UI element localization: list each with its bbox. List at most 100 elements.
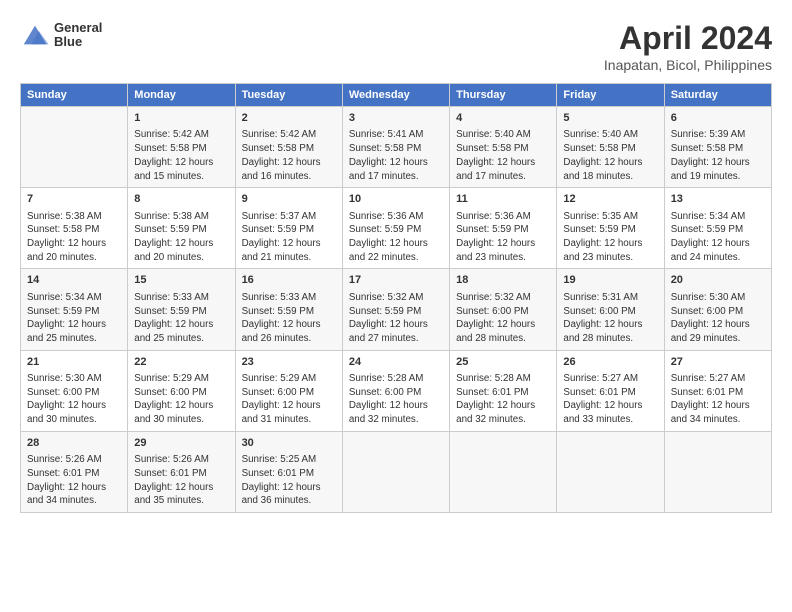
cell-info: Sunrise: 5:29 AM Sunset: 6:00 PM Dayligh… xyxy=(134,372,228,427)
calendar-cell: 15 Sunrise: 5:33 AM Sunset: 5:59 PM Dayli… xyxy=(128,269,235,350)
day-number: 24 xyxy=(349,355,443,370)
day-number: 2 xyxy=(242,111,336,126)
logo: General Blue xyxy=(20,20,102,50)
calendar-cell: 11Sunrise: 5:36 AM Sunset: 5:59 PM Dayli… xyxy=(450,188,557,269)
cell-info: Sunrise: 5:42 AM Sunset: 5:58 PM Dayligh… xyxy=(134,128,228,183)
calendar-cell: 29Sunrise: 5:26 AM Sunset: 6:01 PM Dayli… xyxy=(128,431,235,512)
logo-line1: General xyxy=(54,21,102,35)
calendar-cell: 20 Sunrise: 5:30 AM Sunset: 6:00 PM Dayli… xyxy=(664,269,771,350)
day-number: 17 xyxy=(349,273,443,288)
calendar-cell xyxy=(664,431,771,512)
calendar-cell: 1Sunrise: 5:42 AM Sunset: 5:58 PM Daylig… xyxy=(128,107,235,188)
calendar-cell: 18 Sunrise: 5:32 AM Sunset: 6:00 PM Dayli… xyxy=(450,269,557,350)
day-number: 18 xyxy=(456,273,550,288)
cell-info: Sunrise: 5:29 AM Sunset: 6:00 PM Dayligh… xyxy=(242,372,336,427)
page-title: April 2024 xyxy=(604,20,772,57)
calendar-cell: 2 Sunrise: 5:42 AM Sunset: 5:58 PM Daylig… xyxy=(235,107,342,188)
calendar-cell: 8Sunrise: 5:38 AM Sunset: 5:59 PM Daylig… xyxy=(128,188,235,269)
cell-info: Sunrise: 5:27 AM Sunset: 6:01 PM Dayligh… xyxy=(563,372,657,427)
cell-info: Sunrise: 5:34 AM Sunset: 5:59 PM Dayligh… xyxy=(671,210,765,265)
calendar-cell: 23Sunrise: 5:29 AM Sunset: 6:00 PM Dayli… xyxy=(235,350,342,431)
cell-info: Sunrise: 5:34 AM Sunset: 5:59 PM Dayligh… xyxy=(27,291,121,346)
day-number: 10 xyxy=(349,192,443,207)
day-number: 21 xyxy=(27,355,121,370)
page-subtitle: Inapatan, Bicol, Philippines xyxy=(604,57,772,73)
day-number: 4 xyxy=(456,111,550,126)
calendar-cell: 14 Sunrise: 5:34 AM Sunset: 5:59 PM Dayli… xyxy=(21,269,128,350)
day-number: 22 xyxy=(134,355,228,370)
calendar-cell xyxy=(557,431,664,512)
calendar-body: 1Sunrise: 5:42 AM Sunset: 5:58 PM Daylig… xyxy=(21,107,772,513)
calendar-table: SundayMondayTuesdayWednesdayThursdayFrid… xyxy=(20,83,772,513)
cell-info: Sunrise: 5:30 AM Sunset: 6:00 PM Dayligh… xyxy=(671,291,765,346)
cell-info: Sunrise: 5:35 AM Sunset: 5:59 PM Dayligh… xyxy=(563,210,657,265)
calendar-cell xyxy=(21,107,128,188)
day-number: 19 xyxy=(563,273,657,288)
header-cell-monday: Monday xyxy=(128,84,235,107)
day-number: 9 xyxy=(242,192,336,207)
day-number: 7 xyxy=(27,192,121,207)
day-number: 28 xyxy=(27,436,121,451)
calendar-cell: 13 Sunrise: 5:34 AM Sunset: 5:59 PM Dayli… xyxy=(664,188,771,269)
day-number: 13 xyxy=(671,192,765,207)
calendar-cell: 27Sunrise: 5:27 AM Sunset: 6:01 PM Dayli… xyxy=(664,350,771,431)
logo-text: General Blue xyxy=(54,21,102,50)
week-row-3: 21 Sunrise: 5:30 AM Sunset: 6:00 PM Dayli… xyxy=(21,350,772,431)
header: General Blue April 2024 Inapatan, Bicol,… xyxy=(20,20,772,73)
calendar-cell: 10Sunrise: 5:36 AM Sunset: 5:59 PM Dayli… xyxy=(342,188,449,269)
header-cell-thursday: Thursday xyxy=(450,84,557,107)
calendar-cell: 16Sunrise: 5:33 AM Sunset: 5:59 PM Dayli… xyxy=(235,269,342,350)
cell-info: Sunrise: 5:38 AM Sunset: 5:58 PM Dayligh… xyxy=(27,210,121,265)
day-number: 20 xyxy=(671,273,765,288)
cell-info: Sunrise: 5:25 AM Sunset: 6:01 PM Dayligh… xyxy=(242,453,336,508)
day-number: 15 xyxy=(134,273,228,288)
cell-info: Sunrise: 5:32 AM Sunset: 6:00 PM Dayligh… xyxy=(456,291,550,346)
header-cell-friday: Friday xyxy=(557,84,664,107)
day-number: 12 xyxy=(563,192,657,207)
logo-icon xyxy=(20,20,50,50)
calendar-cell: 22 Sunrise: 5:29 AM Sunset: 6:00 PM Dayli… xyxy=(128,350,235,431)
header-cell-tuesday: Tuesday xyxy=(235,84,342,107)
cell-info: Sunrise: 5:40 AM Sunset: 5:58 PM Dayligh… xyxy=(563,128,657,183)
cell-info: Sunrise: 5:32 AM Sunset: 5:59 PM Dayligh… xyxy=(349,291,443,346)
calendar-header-row: SundayMondayTuesdayWednesdayThursdayFrid… xyxy=(21,84,772,107)
day-number: 11 xyxy=(456,192,550,207)
day-number: 29 xyxy=(134,436,228,451)
day-number: 14 xyxy=(27,273,121,288)
cell-info: Sunrise: 5:28 AM Sunset: 6:00 PM Dayligh… xyxy=(349,372,443,427)
day-number: 27 xyxy=(671,355,765,370)
cell-info: Sunrise: 5:42 AM Sunset: 5:58 PM Dayligh… xyxy=(242,128,336,183)
calendar-cell: 19 Sunrise: 5:31 AM Sunset: 6:00 PM Dayli… xyxy=(557,269,664,350)
calendar-cell: 17 Sunrise: 5:32 AM Sunset: 5:59 PM Dayli… xyxy=(342,269,449,350)
cell-info: Sunrise: 5:38 AM Sunset: 5:59 PM Dayligh… xyxy=(134,210,228,265)
calendar-cell: 9Sunrise: 5:37 AM Sunset: 5:59 PM Daylig… xyxy=(235,188,342,269)
cell-info: Sunrise: 5:40 AM Sunset: 5:58 PM Dayligh… xyxy=(456,128,550,183)
header-cell-saturday: Saturday xyxy=(664,84,771,107)
day-number: 6 xyxy=(671,111,765,126)
cell-info: Sunrise: 5:30 AM Sunset: 6:00 PM Dayligh… xyxy=(27,372,121,427)
calendar-cell: 24 Sunrise: 5:28 AM Sunset: 6:00 PM Dayli… xyxy=(342,350,449,431)
calendar-cell: 12 Sunrise: 5:35 AM Sunset: 5:59 PM Dayli… xyxy=(557,188,664,269)
day-number: 16 xyxy=(242,273,336,288)
calendar-cell: 25Sunrise: 5:28 AM Sunset: 6:01 PM Dayli… xyxy=(450,350,557,431)
cell-info: Sunrise: 5:28 AM Sunset: 6:01 PM Dayligh… xyxy=(456,372,550,427)
calendar-cell: 5Sunrise: 5:40 AM Sunset: 5:58 PM Daylig… xyxy=(557,107,664,188)
week-row-1: 7 Sunrise: 5:38 AM Sunset: 5:58 PM Daylig… xyxy=(21,188,772,269)
calendar-cell: 30Sunrise: 5:25 AM Sunset: 6:01 PM Dayli… xyxy=(235,431,342,512)
day-number: 3 xyxy=(349,111,443,126)
calendar-cell: 28 Sunrise: 5:26 AM Sunset: 6:01 PM Dayli… xyxy=(21,431,128,512)
calendar-cell xyxy=(450,431,557,512)
calendar-cell: 4 Sunrise: 5:40 AM Sunset: 5:58 PM Daylig… xyxy=(450,107,557,188)
logo-line2: Blue xyxy=(54,35,102,49)
calendar-cell: 21 Sunrise: 5:30 AM Sunset: 6:00 PM Dayli… xyxy=(21,350,128,431)
cell-info: Sunrise: 5:26 AM Sunset: 6:01 PM Dayligh… xyxy=(27,453,121,508)
cell-info: Sunrise: 5:31 AM Sunset: 6:00 PM Dayligh… xyxy=(563,291,657,346)
calendar-cell: 26Sunrise: 5:27 AM Sunset: 6:01 PM Dayli… xyxy=(557,350,664,431)
title-area: April 2024 Inapatan, Bicol, Philippines xyxy=(604,20,772,73)
cell-info: Sunrise: 5:39 AM Sunset: 5:58 PM Dayligh… xyxy=(671,128,765,183)
calendar-cell: 6 Sunrise: 5:39 AM Sunset: 5:58 PM Daylig… xyxy=(664,107,771,188)
week-row-0: 1Sunrise: 5:42 AM Sunset: 5:58 PM Daylig… xyxy=(21,107,772,188)
cell-info: Sunrise: 5:33 AM Sunset: 5:59 PM Dayligh… xyxy=(134,291,228,346)
calendar-cell: 3Sunrise: 5:41 AM Sunset: 5:58 PM Daylig… xyxy=(342,107,449,188)
calendar-cell xyxy=(342,431,449,512)
